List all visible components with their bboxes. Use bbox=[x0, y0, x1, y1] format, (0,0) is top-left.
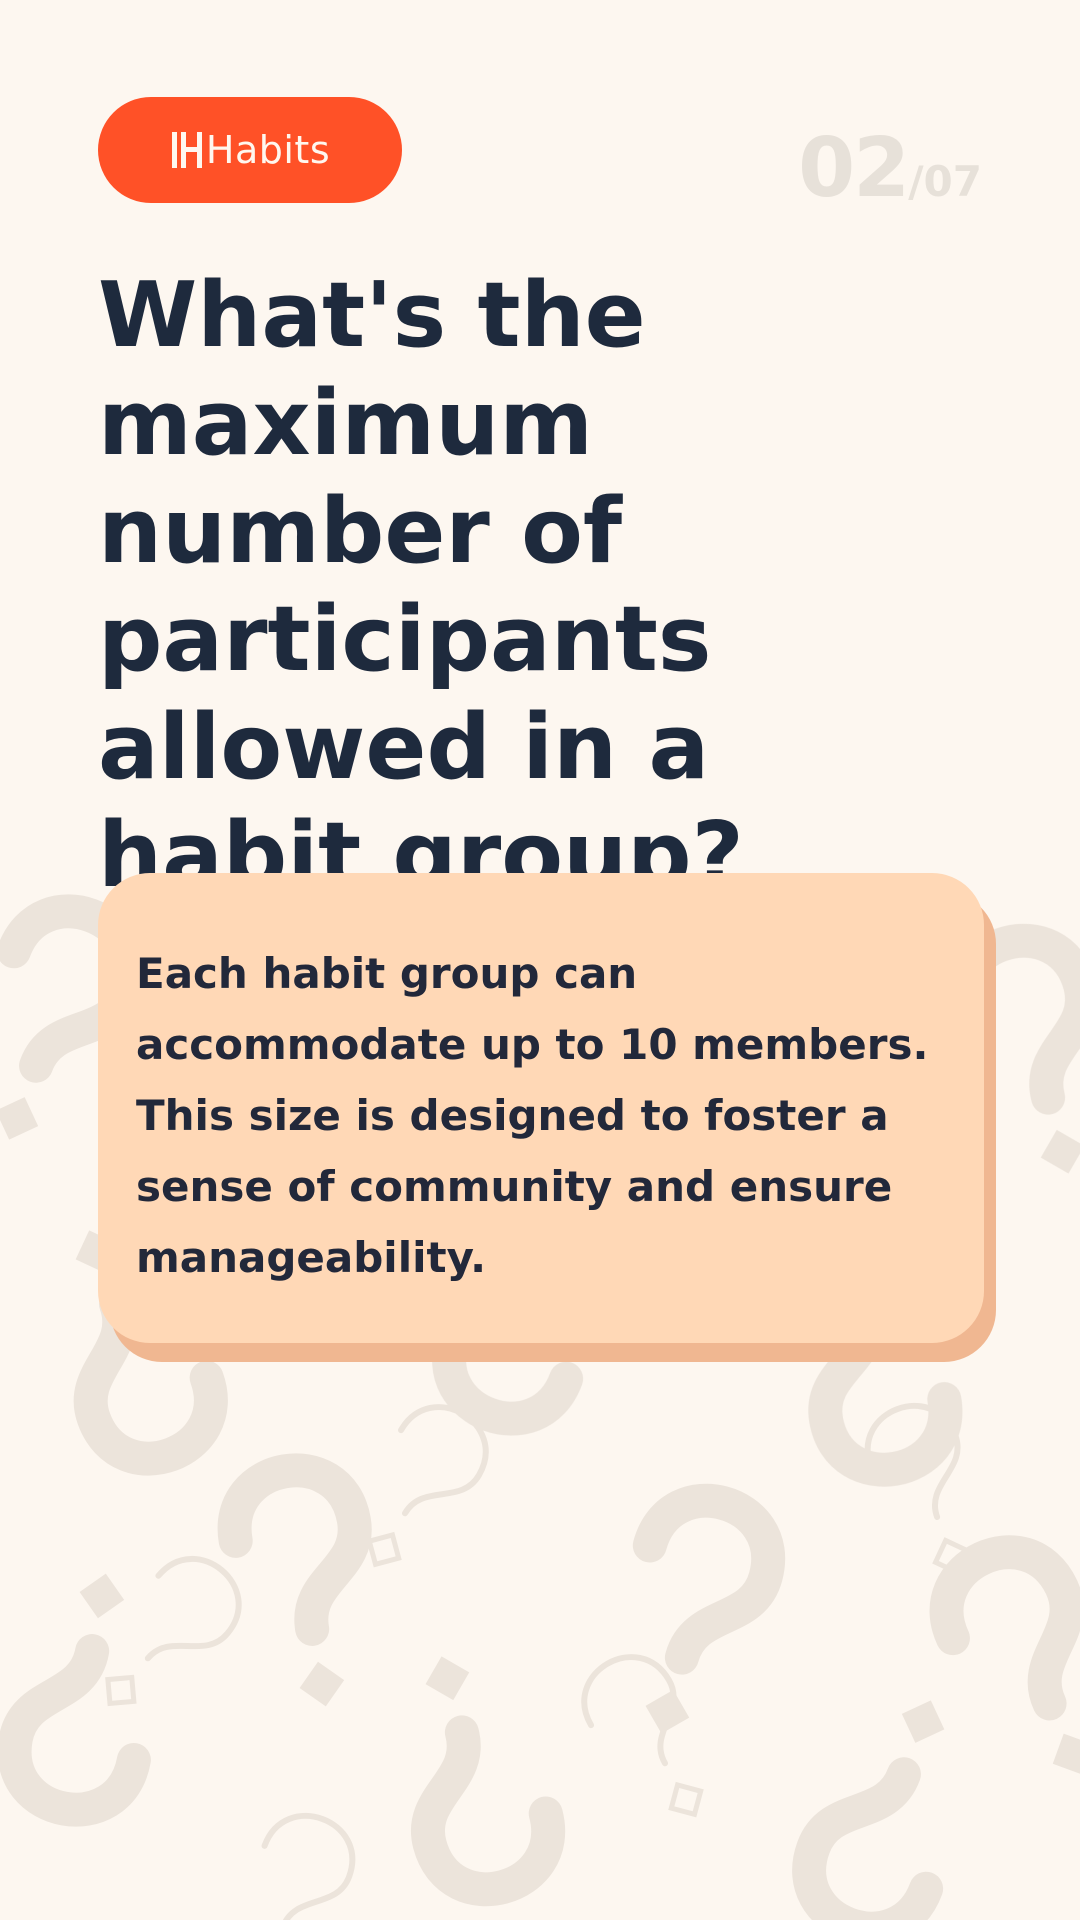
slide-counter-separator: / bbox=[908, 157, 924, 206]
habits-logo-icon bbox=[170, 130, 204, 170]
brand-logo: Habits bbox=[98, 97, 402, 203]
current-slide-number: 02 bbox=[798, 121, 910, 216]
brand-name: Habits bbox=[205, 128, 331, 172]
question-heading: What's the maximum number of participant… bbox=[98, 263, 744, 908]
answer-card: Each habit group can accommodate up to 1… bbox=[98, 873, 984, 1343]
slide-counter: 02/07 bbox=[798, 128, 982, 210]
answer-text: Each habit group can accommodate up to 1… bbox=[136, 949, 929, 1282]
total-slide-number: 07 bbox=[923, 157, 982, 206]
